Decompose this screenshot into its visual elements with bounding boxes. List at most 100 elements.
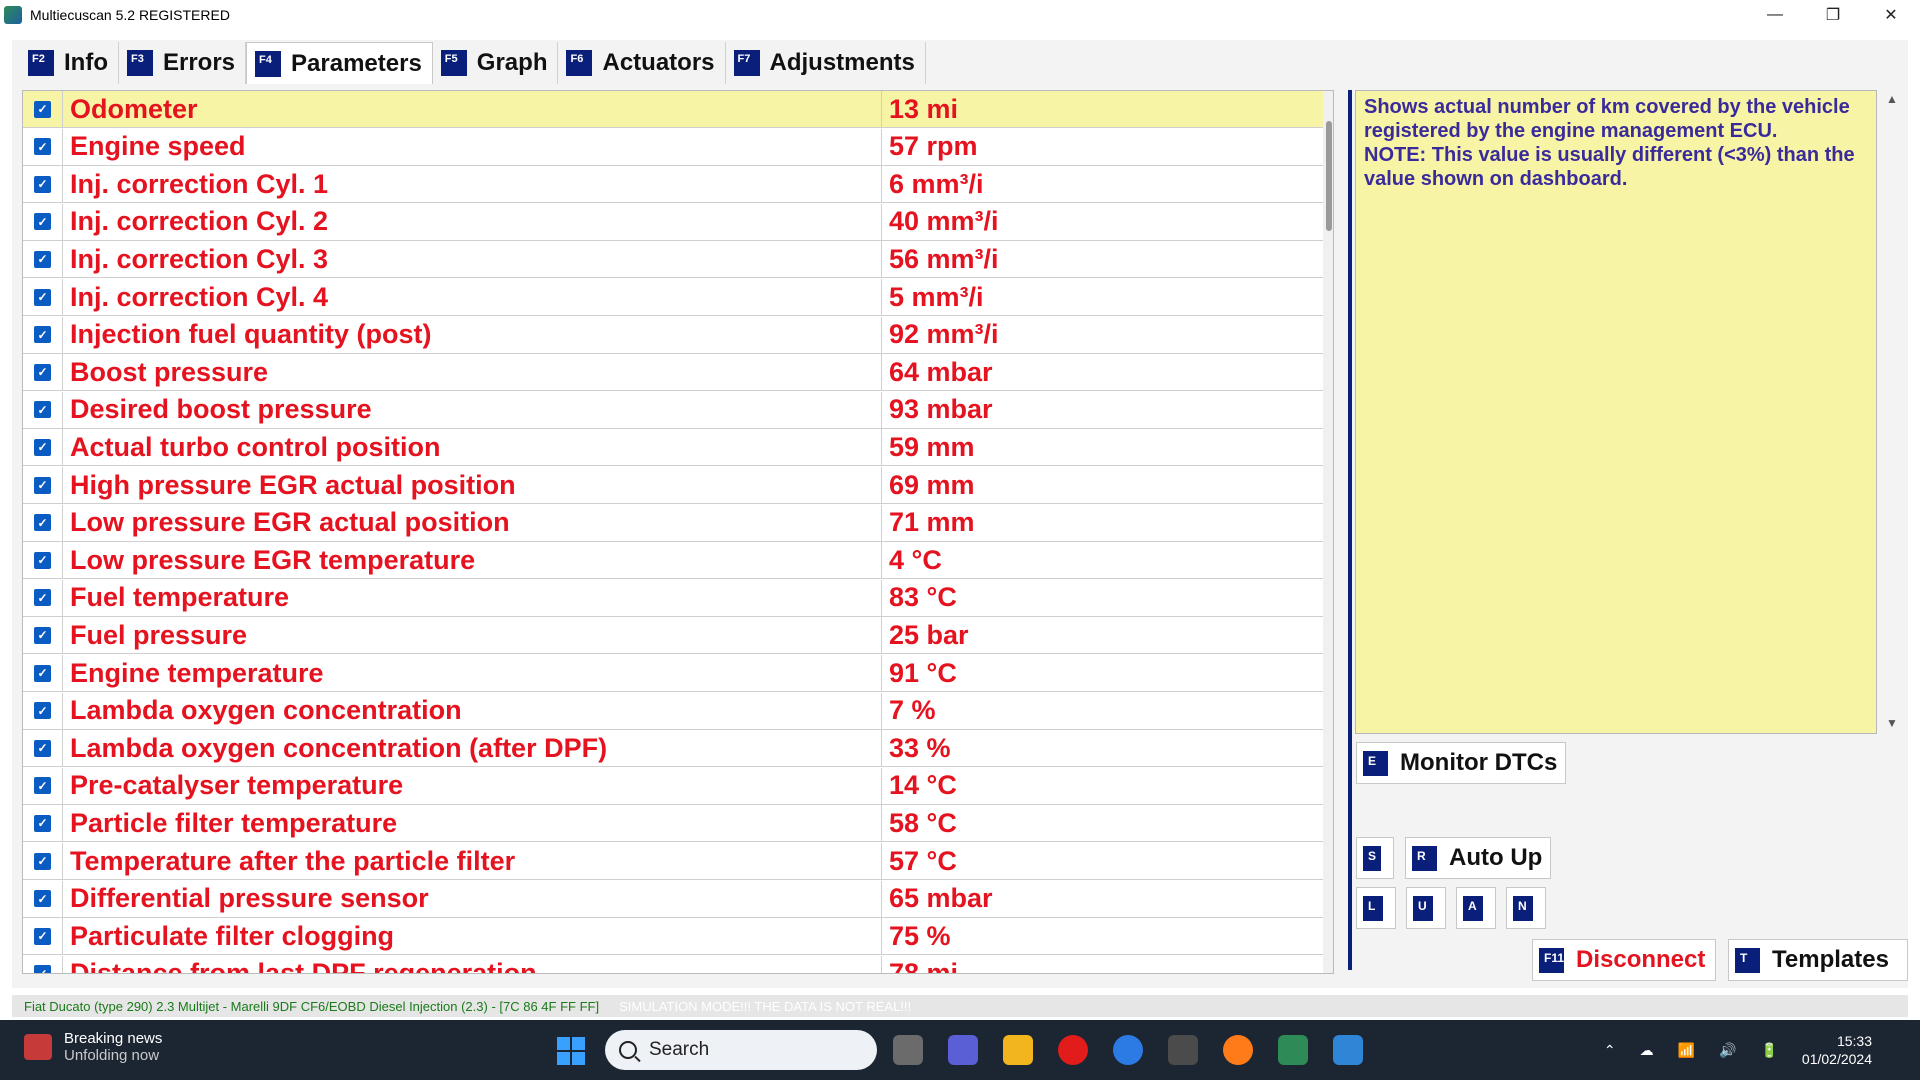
row-checkbox[interactable]: ✓ — [34, 326, 51, 344]
multiecuscan-taskbar-icon[interactable] — [1278, 1035, 1308, 1065]
row-checkbox[interactable]: ✓ — [34, 551, 51, 569]
file-explorer-icon[interactable] — [1003, 1035, 1033, 1065]
table-row[interactable]: ✓ Temperature after the particle filter 57… — [23, 843, 1323, 880]
row-checkbox[interactable]: ✓ — [34, 288, 51, 306]
l-button[interactable]: L — [1356, 887, 1396, 929]
row-checkbox[interactable]: ✓ — [34, 739, 51, 757]
parameter-value: 6 mm³/i — [889, 168, 984, 199]
row-checkbox[interactable]: ✓ — [34, 250, 51, 268]
table-row[interactable]: ✓ Actual turbo control position 59 mm — [23, 429, 1323, 467]
row-checkbox-cell: ✓ — [23, 767, 63, 804]
table-row[interactable]: ✓ Engine speed 57 rpm — [23, 128, 1323, 166]
parameter-value: 40 mm³/i — [889, 206, 999, 237]
tab-info[interactable]: F2 Info — [20, 42, 119, 84]
description-scrollbar[interactable]: ▲ ▼ — [1886, 90, 1900, 734]
table-row[interactable]: ✓ Low pressure EGR temperature 4 °C — [23, 542, 1323, 580]
battery-icon[interactable]: 🔋 — [1760, 1042, 1777, 1059]
row-checkbox[interactable]: ✓ — [34, 476, 51, 494]
table-row[interactable]: ✓ Distance from last DPF regeneration 78 m… — [23, 955, 1323, 973]
clock[interactable]: 15:33 01/02/2024 — [1802, 1032, 1872, 1068]
table-row[interactable]: ✓ Low pressure EGR actual position 71 mm — [23, 504, 1323, 542]
tab-adjustments[interactable]: F7 Adjustments — [725, 42, 926, 84]
s-button[interactable]: S — [1356, 837, 1394, 879]
table-row[interactable]: ✓ Particulate filter clogging 75 % — [23, 918, 1323, 956]
table-row[interactable]: ✓ Fuel pressure 25 bar — [23, 617, 1323, 655]
row-checkbox[interactable]: ✓ — [34, 814, 51, 832]
table-row[interactable]: ✓ Engine temperature 91 °C — [23, 655, 1323, 692]
row-checkbox[interactable]: ✓ — [34, 175, 51, 193]
row-checkbox[interactable]: ✓ — [34, 363, 51, 381]
table-scrollbar[interactable] — [1323, 91, 1333, 973]
row-checkbox[interactable]: ✓ — [34, 438, 51, 456]
f4-key-badge: F4 — [255, 50, 282, 77]
row-checkbox[interactable]: ✓ — [34, 401, 51, 419]
windows-start-icon[interactable] — [557, 1037, 585, 1065]
row-checkbox[interactable]: ✓ — [34, 213, 51, 231]
app-icon-generic[interactable] — [1168, 1035, 1198, 1065]
parameter-name: Fuel pressure — [63, 617, 882, 654]
templates-button[interactable]: T Templates — [1728, 939, 1908, 981]
table-row[interactable]: ✓ Inj. correction Cyl. 3 56 mm³/i — [23, 241, 1323, 279]
cloud-icon[interactable]: ☁ — [1640, 1042, 1654, 1059]
disconnect-button[interactable]: F11 Disconnect — [1532, 939, 1716, 981]
row-checkbox[interactable]: ✓ — [34, 100, 51, 118]
row-checkbox[interactable]: ✓ — [34, 927, 51, 945]
parameter-value: 65 mbar — [889, 883, 993, 914]
news-widget[interactable]: Breaking news Unfolding now — [24, 1030, 162, 1064]
table-row[interactable]: ✓ Boost pressure 64 mbar — [23, 354, 1323, 392]
row-checkbox[interactable]: ✓ — [34, 890, 51, 908]
table-row[interactable]: ✓ Inj. correction Cyl. 2 40 mm³/i — [23, 203, 1323, 241]
table-row[interactable]: ✓ High pressure EGR actual position 69 mm — [23, 467, 1323, 504]
wifi-icon[interactable]: 📶 — [1678, 1042, 1695, 1059]
parameter-value: 83 °C — [889, 582, 957, 613]
search-placeholder: Search — [649, 1039, 710, 1060]
auto-up-button[interactable]: R Auto Up — [1405, 837, 1551, 879]
app-icon-blue[interactable] — [1333, 1035, 1363, 1065]
table-row[interactable]: ✓ Odometer 13 mi — [23, 91, 1323, 128]
row-checkbox[interactable]: ✓ — [34, 138, 51, 156]
n-button[interactable]: N — [1506, 887, 1546, 929]
row-checkbox[interactable]: ✓ — [34, 702, 51, 720]
opera-icon[interactable] — [1058, 1035, 1088, 1065]
row-checkbox[interactable]: ✓ — [34, 777, 51, 795]
u-button[interactable]: U — [1406, 887, 1446, 929]
parameter-name: Differential pressure sensor — [63, 880, 882, 917]
a-button[interactable]: A — [1456, 887, 1496, 929]
taskbar-search[interactable]: Search — [605, 1030, 877, 1070]
row-checkbox[interactable]: ✓ — [34, 626, 51, 644]
tab-actuators[interactable]: F6 Actuators — [558, 42, 726, 84]
table-row[interactable]: ✓ Inj. correction Cyl. 45 mm³/i — [23, 279, 1323, 316]
firefox-icon[interactable] — [1223, 1035, 1253, 1065]
monitor-dtcs-button[interactable]: E Monitor DTCs — [1356, 742, 1566, 784]
f6-key-badge: F6 — [566, 50, 593, 76]
row-checkbox[interactable]: ✓ — [34, 664, 51, 682]
tab-errors[interactable]: F3 Errors — [118, 42, 247, 84]
row-checkbox[interactable]: ✓ — [34, 589, 51, 607]
row-checkbox[interactable]: ✓ — [34, 514, 51, 532]
close-button[interactable]: ✕ — [1862, 0, 1920, 30]
table-row[interactable]: ✓ Differential pressure sensor 65 mbar — [23, 880, 1323, 918]
scroll-up-icon[interactable]: ▲ — [1886, 92, 1898, 106]
tab-graph[interactable]: F5 Graph — [432, 42, 559, 84]
browser-icon[interactable] — [1113, 1035, 1143, 1065]
table-row[interactable]: ✓ Lambda oxygen concentration 7 % — [23, 692, 1323, 730]
volume-icon[interactable]: 🔊 — [1719, 1042, 1736, 1059]
scroll-down-icon[interactable]: ▼ — [1886, 716, 1898, 730]
minimize-button[interactable]: — — [1746, 0, 1804, 30]
tray-overflow-icon[interactable]: ⌃ — [1604, 1042, 1616, 1059]
row-checkbox[interactable]: ✓ — [34, 852, 51, 870]
table-row[interactable]: ✓ Injection fuel quantity (post) 92 mm³/i — [23, 316, 1323, 354]
scrollbar-thumb[interactable] — [1326, 121, 1332, 231]
chat-icon[interactable] — [948, 1035, 978, 1065]
table-row[interactable]: ✓ Desired boost pressure 93 mbar — [23, 391, 1323, 429]
table-row[interactable]: ✓ Pre-catalyser temperature 14 °C — [23, 767, 1323, 805]
table-row[interactable]: ✓ Particle filter temperature 58 °C — [23, 805, 1323, 843]
tab-parameters[interactable]: F4 Parameters — [246, 42, 433, 84]
table-row[interactable]: ✓ Inj. correction Cyl. 16 mm³/i — [23, 166, 1323, 204]
table-row[interactable]: ✓ Fuel temperature 83 °C — [23, 579, 1323, 617]
restore-button[interactable]: ❐ — [1804, 0, 1862, 30]
row-checkbox[interactable]: ✓ — [34, 965, 51, 973]
table-row[interactable]: ✓ Lambda oxygen concentration (after DPF)… — [23, 730, 1323, 768]
task-view-icon[interactable] — [893, 1035, 923, 1065]
panel-divider[interactable] — [1348, 90, 1352, 970]
